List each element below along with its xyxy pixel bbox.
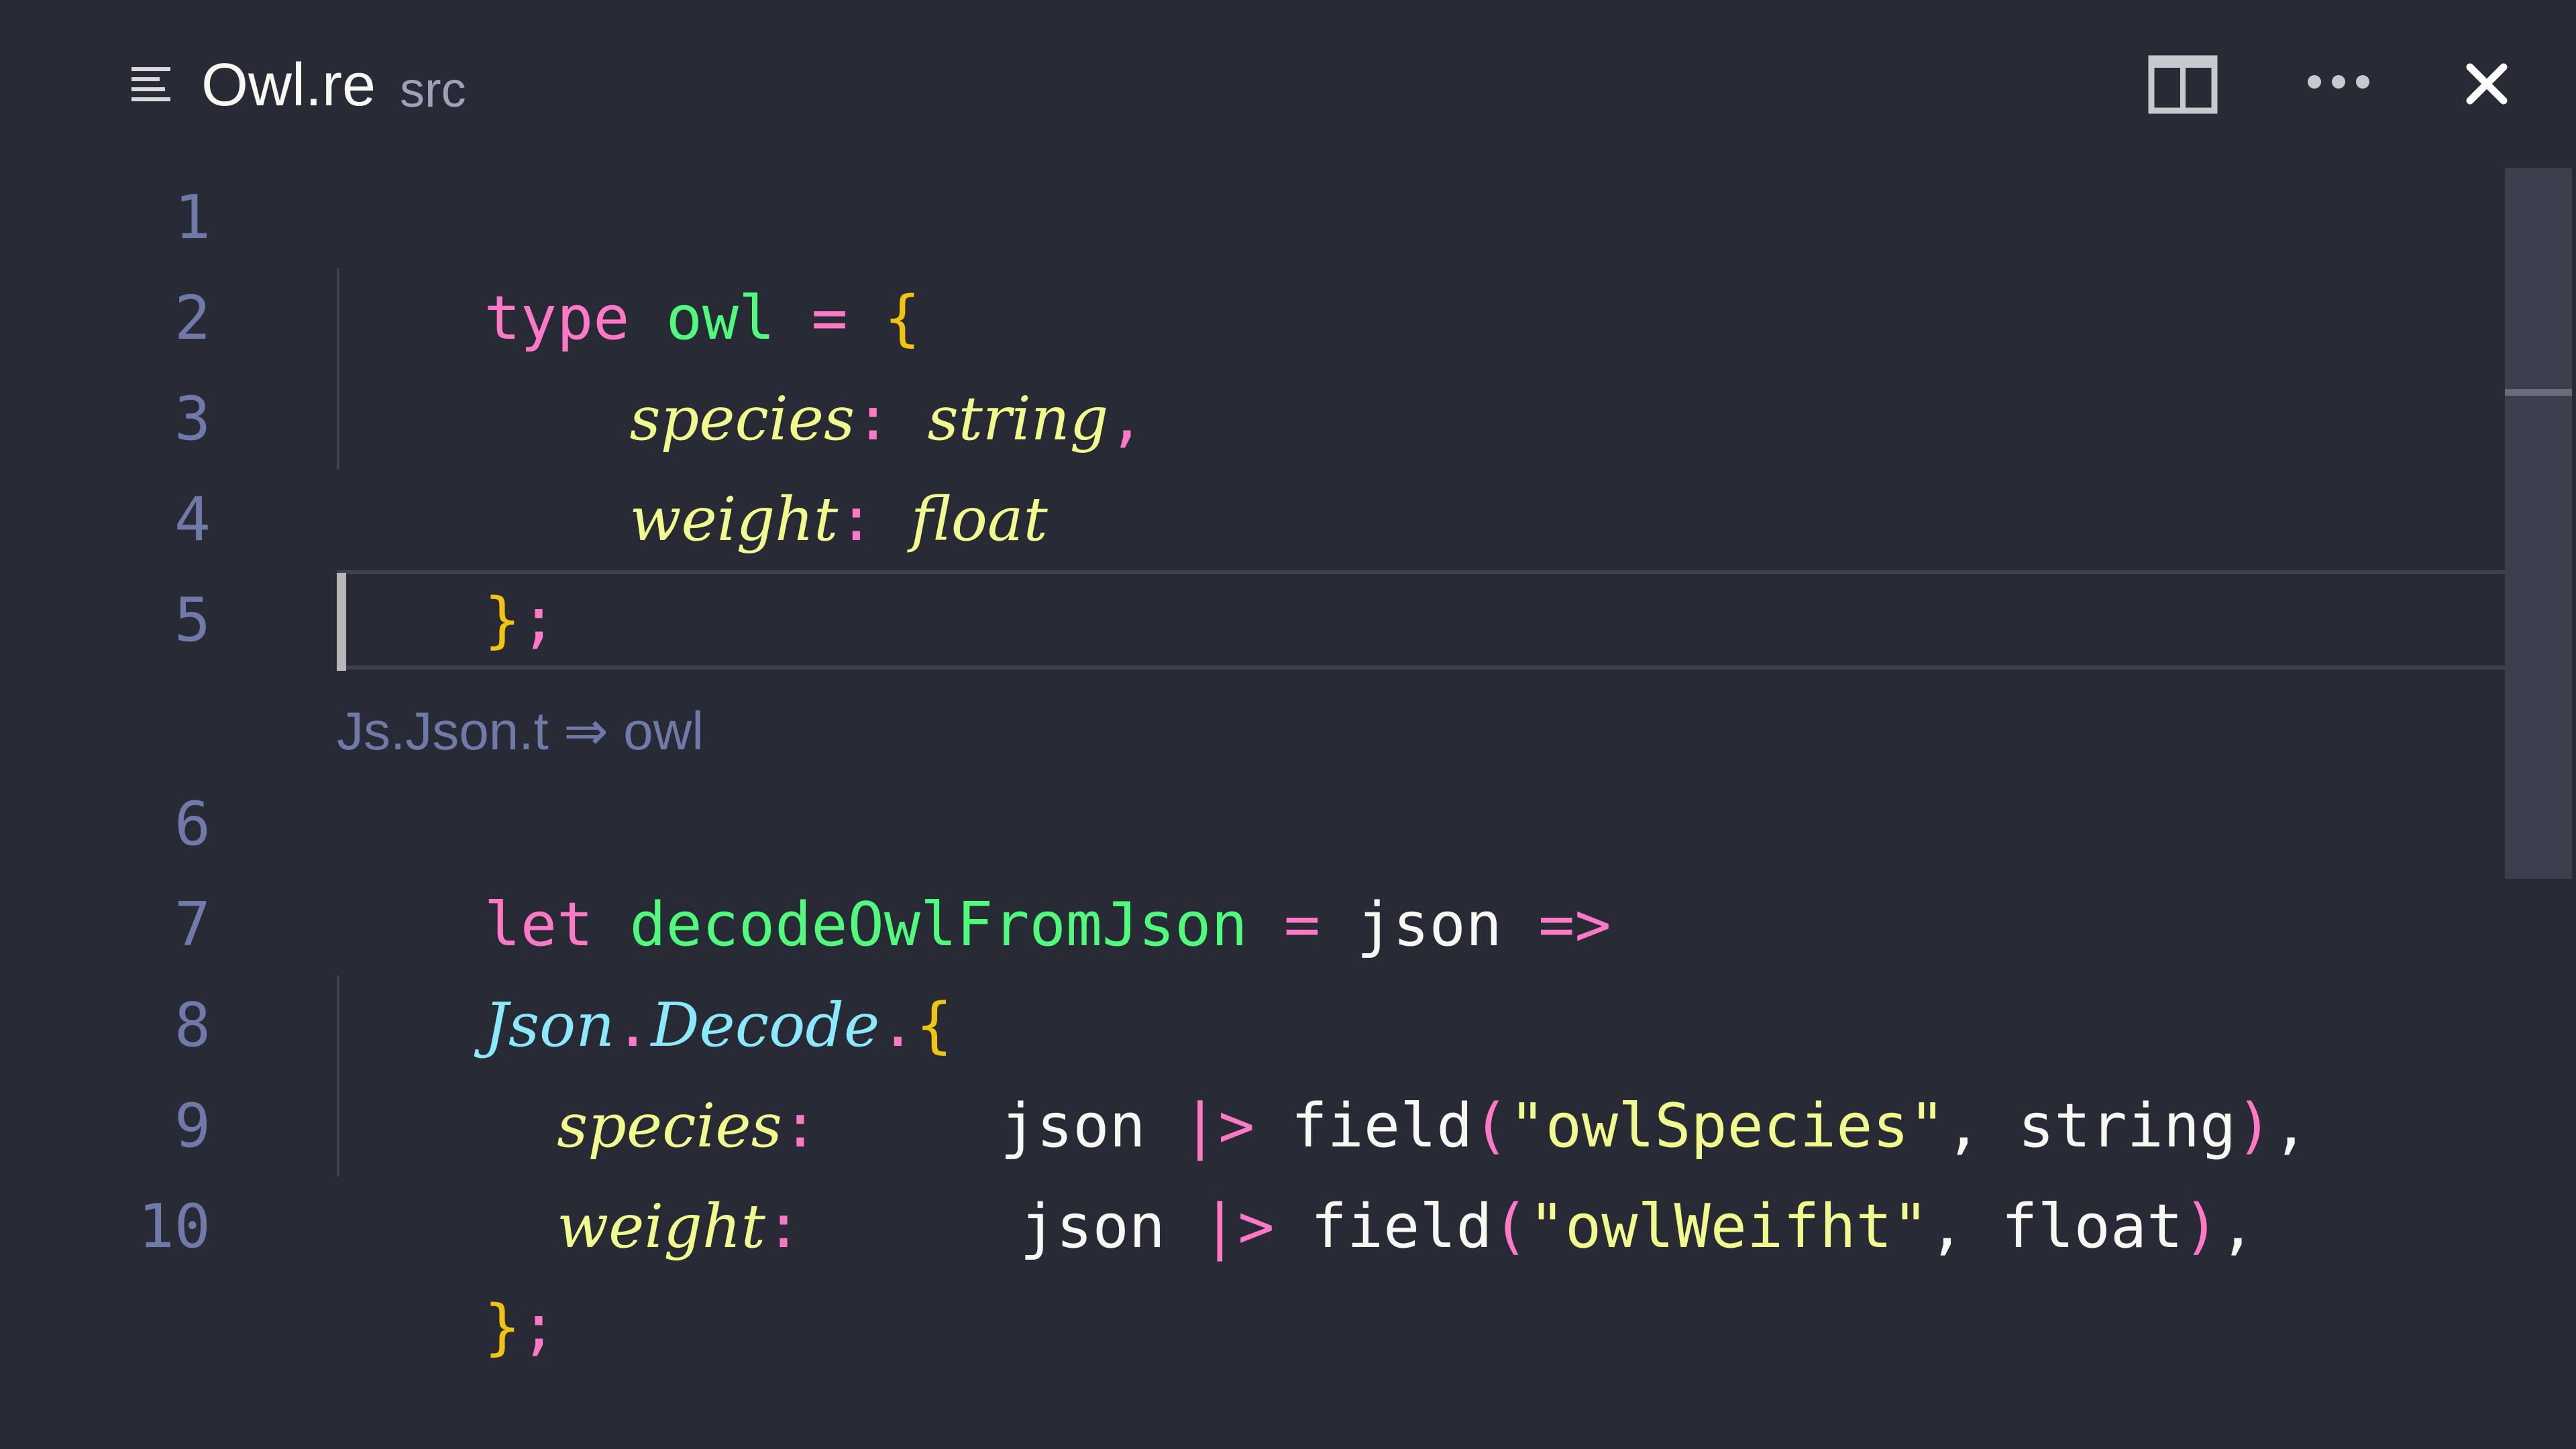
vertical-scrollbar-thumb[interactable] [2505, 168, 2572, 879]
code-token: "owlWeifht" [1528, 1191, 1929, 1262]
code-line[interactable]: }; [339, 1177, 557, 1362]
code-token: , [2272, 1091, 2309, 1161]
line-number: 2 [174, 283, 211, 354]
line-number: 7 [174, 890, 211, 960]
code-token: , [2219, 1191, 2256, 1262]
code-token: json [1356, 890, 1502, 960]
scrollbar-cursor-marker [2505, 389, 2572, 396]
split-editor-icon[interactable] [2148, 55, 2218, 114]
close-icon[interactable] [2466, 63, 2508, 105]
code-token: : [765, 1191, 802, 1262]
current-line-highlight [337, 570, 2563, 669]
line-number: 3 [174, 384, 211, 454]
code-token: } [484, 1292, 521, 1362]
line-number: 1 [174, 182, 211, 253]
code-token: |> [1201, 1191, 1275, 1262]
code-line[interactable]: species: string, [339, 268, 1145, 454]
editor-tab-bar: Owl.re src [0, 0, 2576, 168]
code-editor[interactable]: 1 2 3 4 5 6 7 8 9 10 type owl = { specie… [0, 168, 2576, 1449]
code-token: } [484, 585, 521, 655]
line-number: 9 [174, 1091, 211, 1161]
tab-path: src [400, 62, 466, 117]
code-token: weight [629, 484, 839, 555]
list-outline-icon[interactable] [131, 64, 173, 106]
type-hint-lens[interactable]: Js.Json.t ⇒ owl [337, 684, 704, 778]
code-token: : [838, 484, 875, 555]
more-actions-icon[interactable] [2305, 70, 2372, 94]
line-number: 6 [174, 789, 211, 859]
code-token: json [1020, 1191, 1165, 1262]
tab-title[interactable]: Owl.re [201, 48, 376, 122]
code-line[interactable]: }; [339, 470, 557, 655]
line-number: 8 [174, 990, 211, 1061]
code-line[interactable]: Json.Decode.{ [339, 875, 953, 1061]
code-token: float [2001, 1191, 2184, 1262]
line-number: 10 [138, 1191, 211, 1262]
code-token: float [910, 484, 1048, 555]
code-line[interactable]: weight: json |> field("owlWeifht", float… [339, 1076, 2255, 1262]
code-token: ) [2183, 1191, 2220, 1262]
code-line[interactable]: weight: float [339, 369, 1048, 555]
code-token: ( [1492, 1191, 1529, 1262]
code-token: ; [520, 1292, 557, 1362]
code-line[interactable]: let decodeOwlFromJson = json => [339, 774, 1611, 960]
code-line[interactable]: species: json |> field("owlSpecies", str… [339, 975, 2309, 1161]
code-line[interactable]: type owl = { [339, 168, 920, 354]
code-token: , [1928, 1191, 1966, 1262]
code-token: ; [520, 585, 557, 655]
code-token: field [1310, 1191, 1493, 1262]
code-token: => [1538, 890, 1611, 960]
line-number: 4 [174, 484, 211, 555]
code-token: weight [557, 1191, 765, 1262]
code-token: , [1108, 384, 1145, 454]
line-number: 5 [174, 585, 211, 655]
code-token: = [1283, 890, 1321, 960]
